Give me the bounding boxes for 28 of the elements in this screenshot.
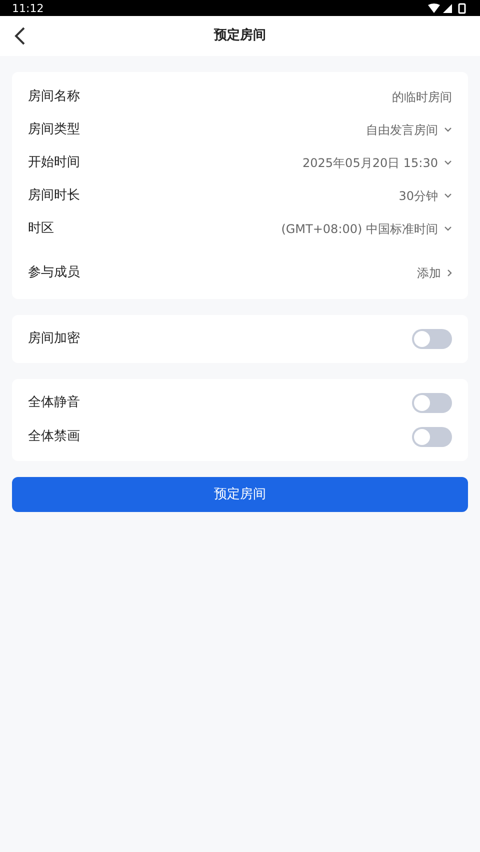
field-value[interactable]: 2025年05月20日 15:30: [302, 154, 438, 172]
field-label: 房间名称: [28, 88, 80, 106]
chevron-down-icon: [444, 226, 452, 231]
field-label: 房间时长: [28, 186, 80, 205]
field-label: 时区: [28, 220, 54, 238]
status-time: 11:12: [12, 2, 44, 14]
chevron-down-icon: [444, 127, 452, 132]
field-label: 开始时间: [28, 154, 80, 172]
back-icon[interactable]: [14, 27, 26, 45]
field-value: 的临时房间: [392, 88, 452, 106]
chevron-down-icon: [444, 160, 452, 165]
chevron-down-icon: [444, 193, 452, 198]
toggle-switch[interactable]: [412, 393, 452, 413]
status-icons: [428, 2, 468, 14]
setting-label: 全体静音: [28, 394, 80, 412]
chevron-right-icon: [447, 268, 452, 276]
page-title: 预定房间: [214, 26, 266, 46]
submit-button[interactable]: 预定房间: [12, 477, 468, 512]
setting-label: 房间加密: [28, 330, 80, 348]
field-value[interactable]: 30分钟: [398, 186, 438, 204]
field-label: 房间类型: [28, 120, 80, 139]
setting-label: 全体禁画: [28, 428, 80, 446]
field-value[interactable]: 添加: [417, 264, 441, 282]
toggle-switch[interactable]: [412, 427, 452, 447]
field-value[interactable]: 自由发言房间: [366, 120, 438, 138]
field-label: 参与成员: [28, 264, 80, 282]
field-value[interactable]: (GMT+08:00) 中国标准时间: [281, 220, 438, 238]
toggle-switch[interactable]: [412, 329, 452, 349]
